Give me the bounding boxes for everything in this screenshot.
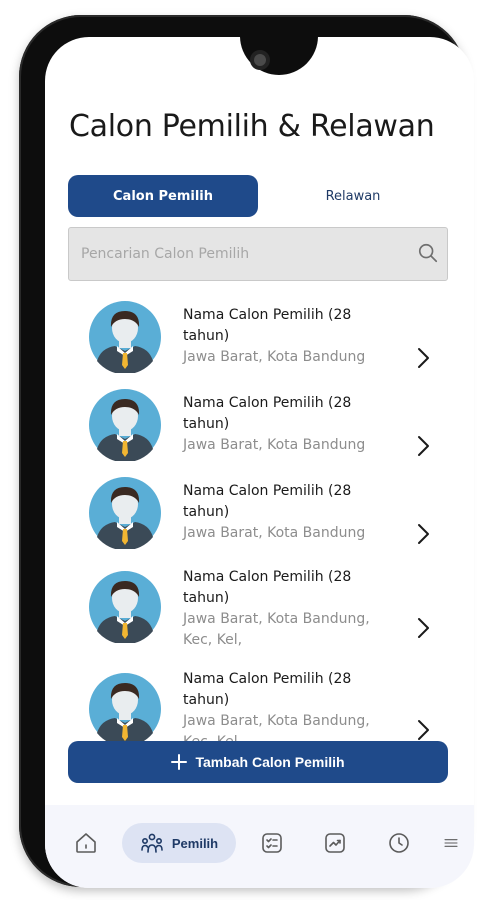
search-bar [68,227,448,281]
list-item-location: Jawa Barat, Kota Bandung [183,349,366,365]
list-item-name: Nama Calon Pemilih (28 tahun) [183,483,352,520]
search-icon[interactable] [417,242,439,264]
list-item-location: Jawa Barat, Kota Bandung [183,525,366,541]
chevron-right-icon [418,618,429,638]
front-camera [250,50,270,70]
list-item-text: Nama Calon Pemilih (28 tahun) Jawa Barat… [183,669,383,747]
nav-checklist[interactable] [253,823,291,863]
avatar [89,301,161,373]
chevron-right-icon [418,436,429,456]
list-item-text: Nama Calon Pemilih (28 tahun) Jawa Barat… [183,481,383,544]
voter-list: Nama Calon Pemilih (28 tahun) Jawa Barat… [45,297,474,747]
tab-calon-pemilih[interactable]: Calon Pemilih [68,175,258,217]
checklist-icon [262,833,282,853]
clock-icon [389,833,409,853]
avatar [89,673,161,745]
nav-home[interactable] [67,823,105,863]
list-item-text: Nama Calon Pemilih (28 tahun) Jawa Barat… [183,393,383,456]
users-icon [141,833,163,853]
add-voter-button[interactable]: Tambah Calon Pemilih [68,741,448,783]
nav-menu[interactable] [439,823,463,863]
add-voter-label: Tambah Calon Pemilih [195,754,345,770]
home-icon [76,833,96,853]
menu-icon [444,839,458,847]
list-item-name: Nama Calon Pemilih (28 tahun) [183,395,352,432]
list-item[interactable]: Nama Calon Pemilih (28 tahun) Jawa Barat… [45,665,474,747]
nav-pemilih[interactable]: Pemilih [122,823,236,863]
list-item-location: Jawa Barat, Kota Bandung, Kec, Kel, [183,611,370,648]
list-item-text: Nama Calon Pemilih (28 tahun) Jawa Barat… [183,567,383,651]
chevron-right-icon [418,524,429,544]
bottom-nav: Pemilih [45,805,474,888]
list-item[interactable]: Nama Calon Pemilih (28 tahun) Jawa Barat… [45,297,474,387]
list-item[interactable]: Nama Calon Pemilih (28 tahun) Jawa Barat… [45,563,474,663]
chevron-right-icon [418,348,429,368]
phone-frame: Calon Pemilih & Relawan Calon Pemilih Re… [19,15,474,888]
list-item-name: Nama Calon Pemilih (28 tahun) [183,307,352,344]
nav-history[interactable] [380,823,418,863]
avatar [89,389,161,461]
avatar [89,571,161,643]
tab-relawan[interactable]: Relawan [258,175,448,217]
list-item[interactable]: Nama Calon Pemilih (28 tahun) Jawa Barat… [45,473,474,563]
list-item-name: Nama Calon Pemilih (28 tahun) [183,569,352,606]
list-item-name: Nama Calon Pemilih (28 tahun) [183,671,352,708]
page-title: Calon Pemilih & Relawan [69,109,435,144]
nav-trending[interactable] [316,823,354,863]
plus-icon [171,754,188,770]
chevron-right-icon [418,720,429,740]
search-input[interactable] [69,228,399,280]
screen: Calon Pemilih & Relawan Calon Pemilih Re… [45,37,474,888]
nav-pemilih-label: Pemilih [171,835,219,851]
avatar [89,477,161,549]
list-item-text: Nama Calon Pemilih (28 tahun) Jawa Barat… [183,305,383,368]
list-item[interactable]: Nama Calon Pemilih (28 tahun) Jawa Barat… [45,385,474,475]
trending-icon [325,833,345,853]
list-item-location: Jawa Barat, Kota Bandung [183,437,366,453]
tab-bar: Calon Pemilih Relawan [68,175,448,217]
